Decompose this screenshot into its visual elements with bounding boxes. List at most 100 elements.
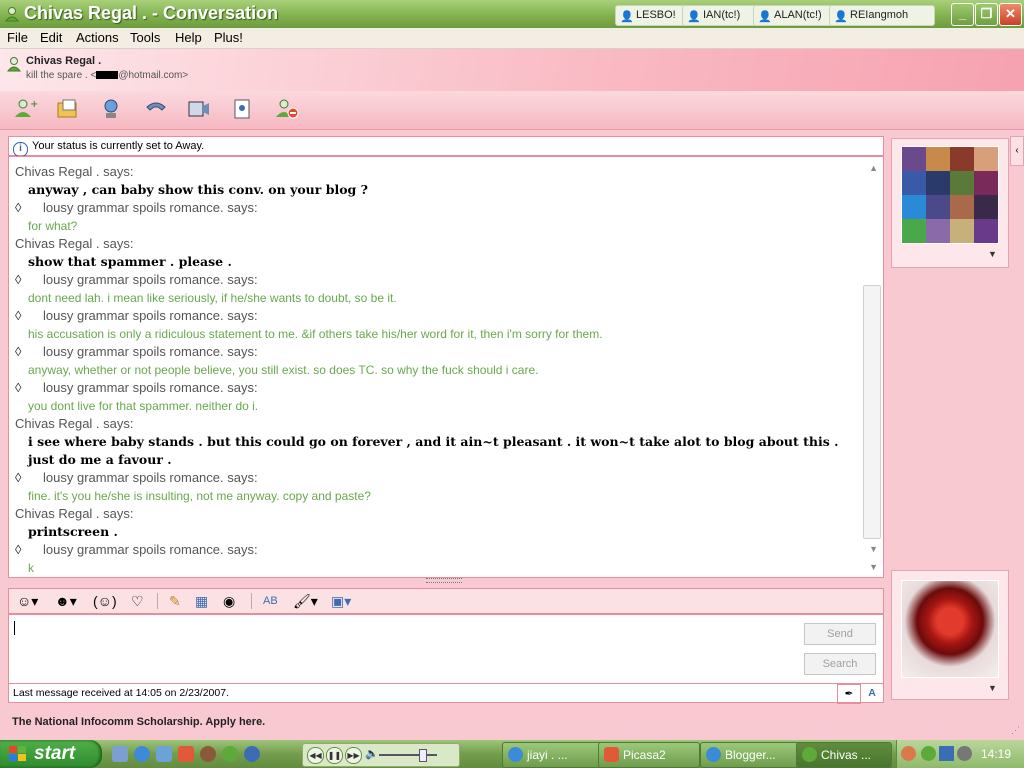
app-quicklaunch-icon[interactable] <box>200 746 216 762</box>
tray-expand-icon[interactable] <box>901 746 916 761</box>
invite-contact-icon[interactable]: + <box>12 97 38 121</box>
task-label: Blogger... <box>725 748 776 762</box>
scroll-up-arrow[interactable]: ▲ <box>869 163 878 173</box>
clock: 14:19 <box>980 747 1011 761</box>
contact-tab-label: IAN(tc!) <box>703 9 741 21</box>
conversation-status-bar: Last message received at 14:05 on 2/23/2… <box>8 683 884 704</box>
sender-label: lousy grammar spoils romance. says: <box>43 470 258 485</box>
contact-name[interactable]: Chivas Regal . <box>26 55 101 67</box>
menu-edit[interactable]: Edit <box>40 30 62 45</box>
buddy-icon: 👤 <box>758 11 772 23</box>
menu-help[interactable]: Help <box>175 30 202 45</box>
sound-icon[interactable]: ◉ <box>223 592 235 610</box>
menu-bar: File Edit Actions Tools Help Plus! <box>0 28 1024 49</box>
volume-slider[interactable] <box>379 754 437 756</box>
search-button[interactable]: Search <box>804 653 876 675</box>
grid-icon[interactable]: ▦ <box>195 592 208 610</box>
scroll-end-arrow[interactable]: ▼ <box>869 562 878 572</box>
scroll-down-arrow[interactable]: ▼ <box>869 544 878 554</box>
last-message-status: Last message received at 14:05 on 2/23/2… <box>13 687 229 699</box>
task-chivas[interactable]: Chivas ... <box>796 742 892 768</box>
ad-banner[interactable]: The National Infocomm Scholarship. Apply… <box>12 716 265 728</box>
title-bar[interactable]: Chivas Regal . - Conversation 👤 LESBO! 👤… <box>0 0 1024 28</box>
window-share-icon[interactable]: ▣▾ <box>331 592 351 610</box>
volume-thumb[interactable] <box>419 749 427 762</box>
start-button[interactable]: start <box>0 740 102 768</box>
media-player-icon[interactable] <box>156 746 172 762</box>
messenger-icon[interactable] <box>222 746 238 762</box>
send-button[interactable]: Send <box>804 623 876 645</box>
sender-label: lousy grammar spoils romance. says: <box>43 272 258 287</box>
buddy-icon: 👤 <box>834 11 848 23</box>
contact-status-icon <box>6 57 22 72</box>
volume-icon[interactable]: 🔈 <box>365 747 379 760</box>
compose-toolbar: ☺▾ ☻▾ (☺) ♡ ✎ ▦ ◉ AB 🖌▾ ▣▾ <box>8 588 884 614</box>
collapse-panel-handle[interactable]: ‹ <box>1010 136 1024 166</box>
message-sender: ◊ lousy grammar spoils romance. says: <box>15 379 855 397</box>
minimize-button[interactable]: _ <box>951 3 974 26</box>
messenger-icon <box>4 7 20 22</box>
message-input[interactable]: Send Search <box>8 614 884 684</box>
font-icon[interactable]: A <box>861 684 883 702</box>
status-message: Your status is currently set to Away. <box>32 140 205 152</box>
menu-tools[interactable]: Tools <box>130 30 160 45</box>
block-icon[interactable] <box>274 97 300 121</box>
nudge-icon[interactable]: (☺) <box>93 592 117 610</box>
video-icon[interactable] <box>186 97 212 121</box>
contact-tab-reiangmoh[interactable]: 👤 REIangmoh <box>829 5 935 26</box>
background-icon[interactable]: ✎ <box>169 592 181 610</box>
globe-icon[interactable] <box>244 746 260 762</box>
task-picasa[interactable]: Picasa2 <box>598 742 700 768</box>
next-track-icon[interactable]: ▶▶ <box>345 747 362 764</box>
system-tray: 14:19 <box>896 740 1024 768</box>
call-icon[interactable] <box>143 97 169 121</box>
messenger-tray-icon[interactable] <box>921 746 936 761</box>
ie-icon <box>508 747 523 762</box>
spellcheck-icon[interactable]: AB <box>263 592 278 610</box>
self-marker-icon: ◊ <box>15 380 22 395</box>
webcam-icon[interactable] <box>99 97 125 121</box>
svg-text:+: + <box>30 99 38 110</box>
show-desktop-icon[interactable] <box>112 746 128 762</box>
messenger-icon <box>802 747 817 762</box>
close-button[interactable]: ✕ <box>999 3 1022 26</box>
pane-splitter[interactable] <box>426 578 462 583</box>
menu-file[interactable]: File <box>7 30 28 45</box>
toolbar-separator <box>251 593 252 609</box>
menu-actions[interactable]: Actions <box>76 30 119 45</box>
sender-label: lousy grammar spoils romance. says: <box>43 380 258 395</box>
self-marker-icon: ◊ <box>15 344 22 359</box>
avatar-menu-arrow[interactable]: ▼ <box>988 683 997 693</box>
my-avatar-panel: ▼ <box>891 570 1009 700</box>
brush-icon[interactable]: 🖌▾ <box>293 592 318 610</box>
speaker-icon[interactable] <box>957 746 972 761</box>
conversation-history[interactable]: Chivas Regal . says: anyway , can baby sh… <box>8 156 884 578</box>
message-text: show that spammer . please . <box>28 254 232 269</box>
avatar-menu-arrow[interactable]: ▼ <box>988 249 997 259</box>
resize-grip[interactable]: ⋰ <box>1011 725 1020 736</box>
pause-icon[interactable]: ❚❚ <box>326 747 343 764</box>
picasa-icon[interactable] <box>178 746 194 762</box>
handwriting-icon[interactable]: ✒ <box>837 684 861 704</box>
voice-clip-icon[interactable]: ♡ <box>131 592 144 610</box>
wink-icon[interactable]: ☻▾ <box>55 592 77 610</box>
prev-track-icon[interactable]: ◀◀ <box>307 747 324 764</box>
sender-label: Chivas Regal . says: <box>15 416 134 431</box>
scroll-thumb[interactable] <box>863 285 881 539</box>
sender-label: lousy grammar spoils romance. says: <box>43 542 258 557</box>
maximize-button[interactable]: ❐ <box>975 3 998 26</box>
ie-icon[interactable] <box>134 746 150 762</box>
activities-icon[interactable] <box>230 97 256 121</box>
sender-label: lousy grammar spoils romance. says: <box>43 308 258 323</box>
message-text: for what? <box>28 219 78 233</box>
send-files-icon[interactable] <box>55 97 81 121</box>
my-avatar[interactable] <box>901 580 999 678</box>
network-icon[interactable] <box>939 746 954 761</box>
message-sender: ◊ lousy grammar spoils romance. says: <box>15 271 855 289</box>
menu-plus[interactable]: Plus! <box>214 30 243 45</box>
picasa-icon <box>604 747 619 762</box>
emoticon-icon[interactable]: ☺▾ <box>17 592 38 610</box>
history-scrollbar[interactable]: ▲ ▼ ▼ <box>863 157 883 577</box>
contact-avatar[interactable] <box>901 146 999 244</box>
window-title: Chivas Regal . - Conversation <box>24 3 279 23</box>
